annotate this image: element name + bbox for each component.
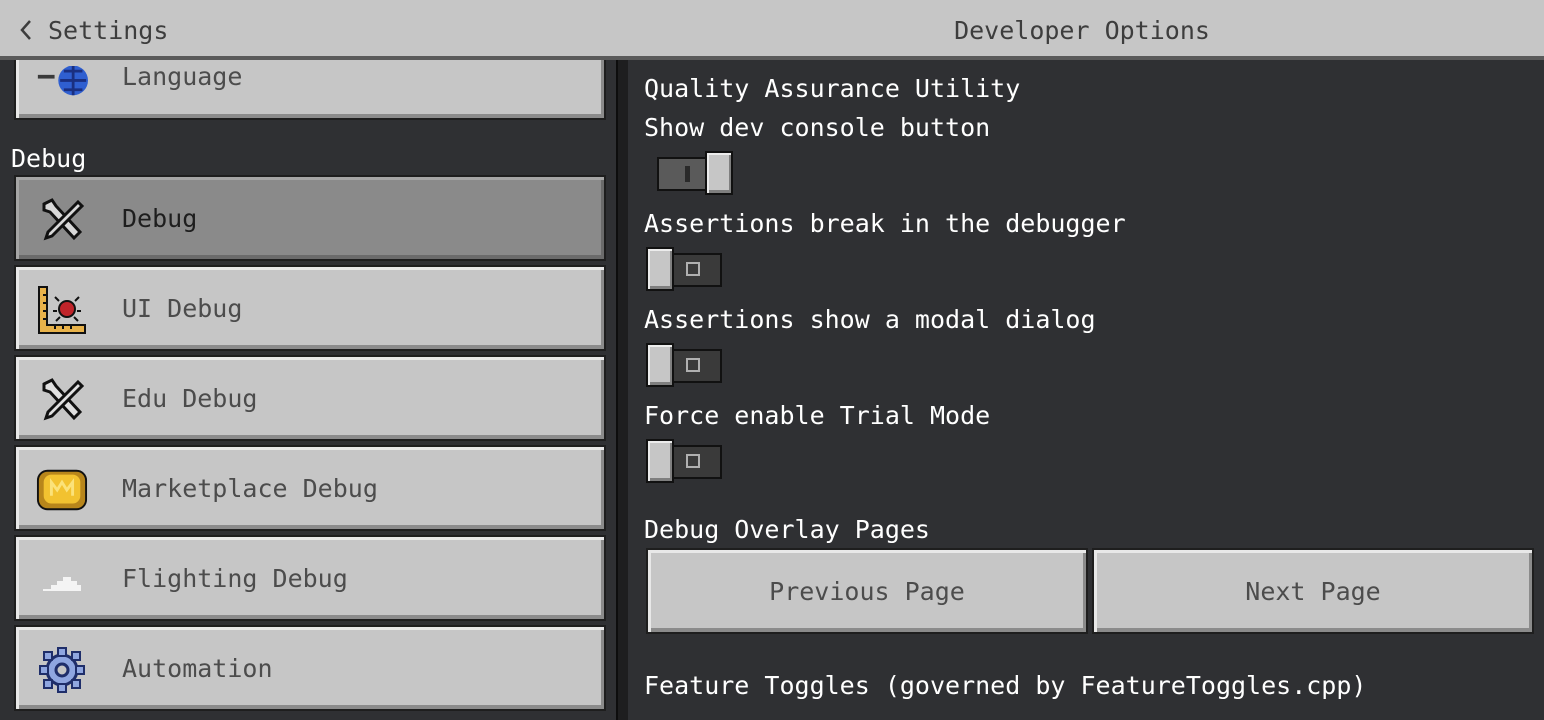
sidebar-item-language[interactable]: Language xyxy=(14,60,606,120)
dev-console-toggle[interactable] xyxy=(655,151,735,195)
gear-icon xyxy=(36,644,88,696)
panel-divider xyxy=(616,60,628,720)
assertions-modal-toggle[interactable] xyxy=(646,343,726,387)
sidebar-item-debug[interactable]: Debug xyxy=(14,175,606,261)
sidebar-item-flighting-debug[interactable]: Flighting Debug xyxy=(14,535,606,621)
globe-icon xyxy=(36,60,88,112)
page-title: Developer Options xyxy=(954,15,1210,45)
toggle-off-mark xyxy=(686,358,700,372)
back-label: Settings xyxy=(48,15,169,45)
sidebar-item-label: Flighting Debug xyxy=(122,563,348,593)
sidebar-item-label: UI Debug xyxy=(122,293,243,323)
toggle-knob xyxy=(646,247,674,291)
sidebar-item-label: Language xyxy=(122,61,243,91)
toggle-label: Force enable Trial Mode xyxy=(644,401,991,430)
sidebar-item-label: Debug xyxy=(122,203,198,233)
top-bar: Settings Developer Options xyxy=(0,0,1544,60)
wrench-screwdriver-icon xyxy=(36,374,88,426)
section-label-debug: Debug xyxy=(11,144,87,173)
toggle-label: Assertions break in the debugger xyxy=(644,209,1126,238)
cloud-icon xyxy=(36,554,88,606)
trial-mode-toggle[interactable] xyxy=(646,439,726,483)
toggle-knob xyxy=(646,439,674,483)
chevron-left-icon xyxy=(20,20,31,40)
back-button[interactable]: Settings xyxy=(18,12,168,48)
toggle-label: Assertions show a modal dialog xyxy=(644,305,1096,334)
sidebar-item-automation[interactable]: Automation xyxy=(14,625,606,711)
feature-toggles-heading: Feature Toggles (governed by FeatureTogg… xyxy=(644,671,1367,700)
toggle-on-mark xyxy=(685,166,690,182)
sidebar-item-marketplace-debug[interactable]: Marketplace Debug xyxy=(14,445,606,531)
toggle-label: Show dev console button xyxy=(644,113,991,142)
minecoin-icon xyxy=(36,464,88,516)
toggle-off-mark xyxy=(686,454,700,468)
toggle-knob xyxy=(646,343,674,387)
qa-heading: Quality Assurance Utility xyxy=(644,74,1021,103)
toggle-knob xyxy=(705,151,733,195)
overlay-pages-heading: Debug Overlay Pages xyxy=(644,515,930,544)
bug-ruler-icon xyxy=(36,284,88,336)
sidebar-item-label: Automation xyxy=(122,653,273,683)
previous-page-button[interactable]: Previous Page xyxy=(646,548,1088,634)
assertions-debugger-toggle[interactable] xyxy=(646,247,726,291)
wrench-screwdriver-icon xyxy=(36,194,88,246)
developer-options-panel[interactable]: Quality Assurance Utility Show dev conso… xyxy=(628,60,1544,720)
sidebar-item-label: Marketplace Debug xyxy=(122,473,378,503)
sidebar-item-edu-debug[interactable]: Edu Debug xyxy=(14,355,606,441)
sidebar-item-label: Edu Debug xyxy=(122,383,258,413)
sidebar[interactable]: Language Debug Debug UI Debug Edu Debug … xyxy=(0,60,620,720)
sidebar-item-ui-debug[interactable]: UI Debug xyxy=(14,265,606,351)
next-page-button[interactable]: Next Page xyxy=(1092,548,1534,634)
toggle-off-mark xyxy=(686,262,700,276)
